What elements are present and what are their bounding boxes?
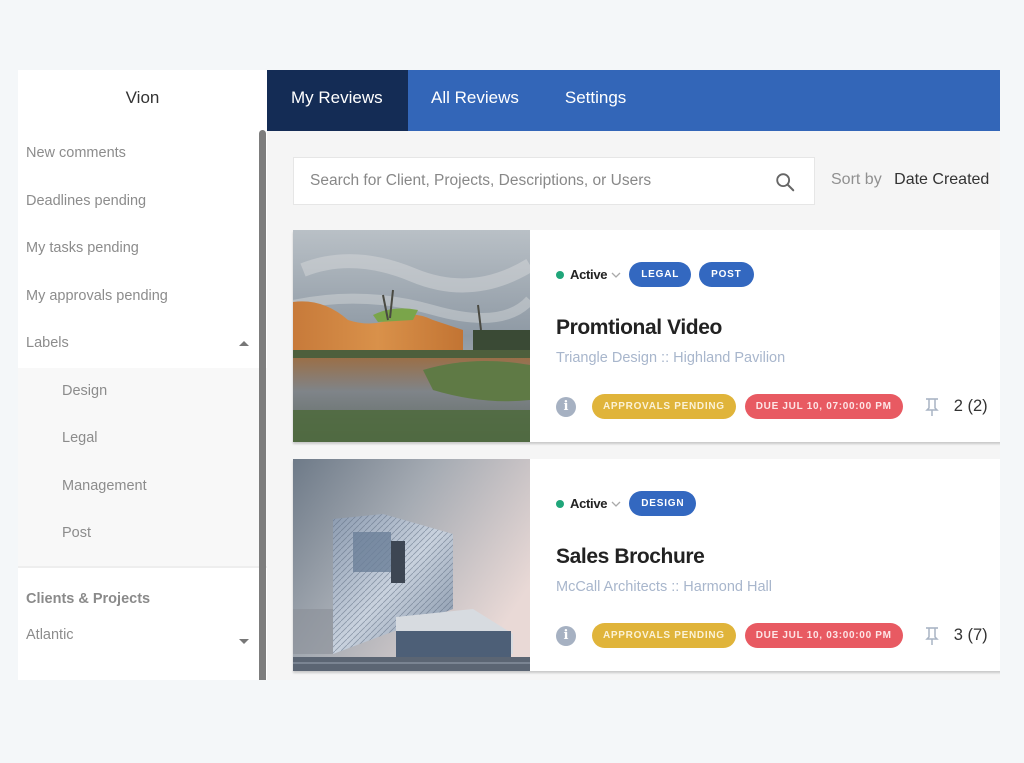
review-client-project[interactable]: McCall Architects :: Harmond Hall xyxy=(556,579,772,595)
info-icon[interactable]: i xyxy=(556,396,576,417)
label-item-design[interactable]: Design xyxy=(18,368,267,416)
review-card-body: Active DESIGN Sales Brochure McCall Arch… xyxy=(556,459,1000,671)
due-date-badge: DUE JUL 10, 03:00:00 PM xyxy=(744,623,903,648)
review-client-project[interactable]: Triangle Design :: Highland Pavilion xyxy=(556,350,785,366)
comment-count: 2 (2) xyxy=(953,397,988,415)
sidebar-item-deadlines-pending[interactable]: Deadlines pending xyxy=(18,178,267,226)
sidebar-item-my-tasks-pending[interactable]: My tasks pending xyxy=(18,225,267,273)
review-title[interactable]: Sales Brochure xyxy=(556,545,705,569)
review-footer: i APPROVALS PENDING DUE JUL 10, 07:00:00… xyxy=(556,394,1000,419)
search-input[interactable] xyxy=(294,158,754,204)
review-title[interactable]: Promtional Video xyxy=(556,316,722,340)
label-item-legal[interactable]: Legal xyxy=(18,415,267,463)
review-thumbnail[interactable] xyxy=(293,459,530,671)
client-label: Atlantic xyxy=(26,626,74,643)
sidebar-labels-toggle[interactable]: Labels xyxy=(18,320,267,368)
status-row: Active DESIGN xyxy=(556,491,704,516)
search-icon[interactable] xyxy=(774,171,796,193)
review-card[interactable]: Active LEGAL POST Promtional Video Trian… xyxy=(293,230,1000,442)
status-row: Active LEGAL POST xyxy=(556,262,762,287)
chevron-down-icon[interactable] xyxy=(611,270,621,280)
brand-title: Vion xyxy=(125,88,160,107)
label-item-post[interactable]: Post xyxy=(18,510,267,558)
tab-settings[interactable]: Settings xyxy=(542,70,649,131)
caret-down-icon xyxy=(239,638,249,644)
status-dot-icon xyxy=(556,270,564,279)
sidebar-divider xyxy=(18,565,267,568)
app-window: Vion New comments Deadlines pending My t… xyxy=(18,70,1000,680)
status-dropdown[interactable]: Active xyxy=(570,267,608,282)
top-nav: My Reviews All Reviews Settings xyxy=(267,70,1000,131)
pin-icon[interactable] xyxy=(924,397,940,417)
sort-control: Sort by Date Created xyxy=(831,171,989,189)
search-box xyxy=(293,157,815,205)
due-date-badge: DUE JUL 10, 07:00:00 PM xyxy=(744,394,903,419)
sort-label: Sort by xyxy=(831,171,882,188)
label-item-management[interactable]: Management xyxy=(18,463,267,511)
review-footer: i APPROVALS PENDING DUE JUL 10, 03:00:00… xyxy=(556,623,1000,648)
client-item-atlantic[interactable]: Atlantic xyxy=(18,617,267,653)
caret-up-icon xyxy=(239,341,249,346)
sidebar-item-new-comments[interactable]: New comments xyxy=(18,130,267,178)
building-lake-icon xyxy=(293,230,530,442)
tag-badge[interactable]: POST xyxy=(699,262,754,287)
status-dropdown[interactable]: Active xyxy=(570,496,608,511)
tab-all-reviews[interactable]: All Reviews xyxy=(408,70,542,131)
sort-dropdown[interactable]: Date Created xyxy=(894,171,989,188)
info-icon[interactable]: i xyxy=(556,625,576,646)
labels-list: Design Legal Management Post xyxy=(18,367,267,566)
sidebar: Vion New comments Deadlines pending My t… xyxy=(18,70,267,680)
tab-my-reviews[interactable]: My Reviews xyxy=(267,70,408,131)
tag-badge[interactable]: LEGAL xyxy=(629,262,692,287)
main-content: Sort by Date Created xyxy=(267,131,1000,680)
review-thumbnail[interactable] xyxy=(293,230,530,442)
glass-tower-icon xyxy=(293,459,530,671)
sidebar-scrollbar[interactable] xyxy=(259,130,266,680)
comment-count: 3 (7) xyxy=(953,626,988,644)
tag-badge[interactable]: DESIGN xyxy=(629,491,697,516)
chevron-down-icon[interactable] xyxy=(611,499,621,509)
pin-icon[interactable] xyxy=(924,626,940,646)
review-card[interactable]: Active DESIGN Sales Brochure McCall Arch… xyxy=(293,459,1000,671)
labels-heading: Labels xyxy=(26,335,69,351)
review-card-body: Active LEGAL POST Promtional Video Trian… xyxy=(556,230,1000,442)
approvals-pending-badge: APPROVALS PENDING xyxy=(592,623,736,648)
clients-projects-heading: Clients & Projects xyxy=(26,590,151,607)
sidebar-item-my-approvals-pending[interactable]: My approvals pending xyxy=(18,273,267,321)
status-dot-icon xyxy=(556,499,564,508)
approvals-pending-badge: APPROVALS PENDING xyxy=(592,394,736,419)
